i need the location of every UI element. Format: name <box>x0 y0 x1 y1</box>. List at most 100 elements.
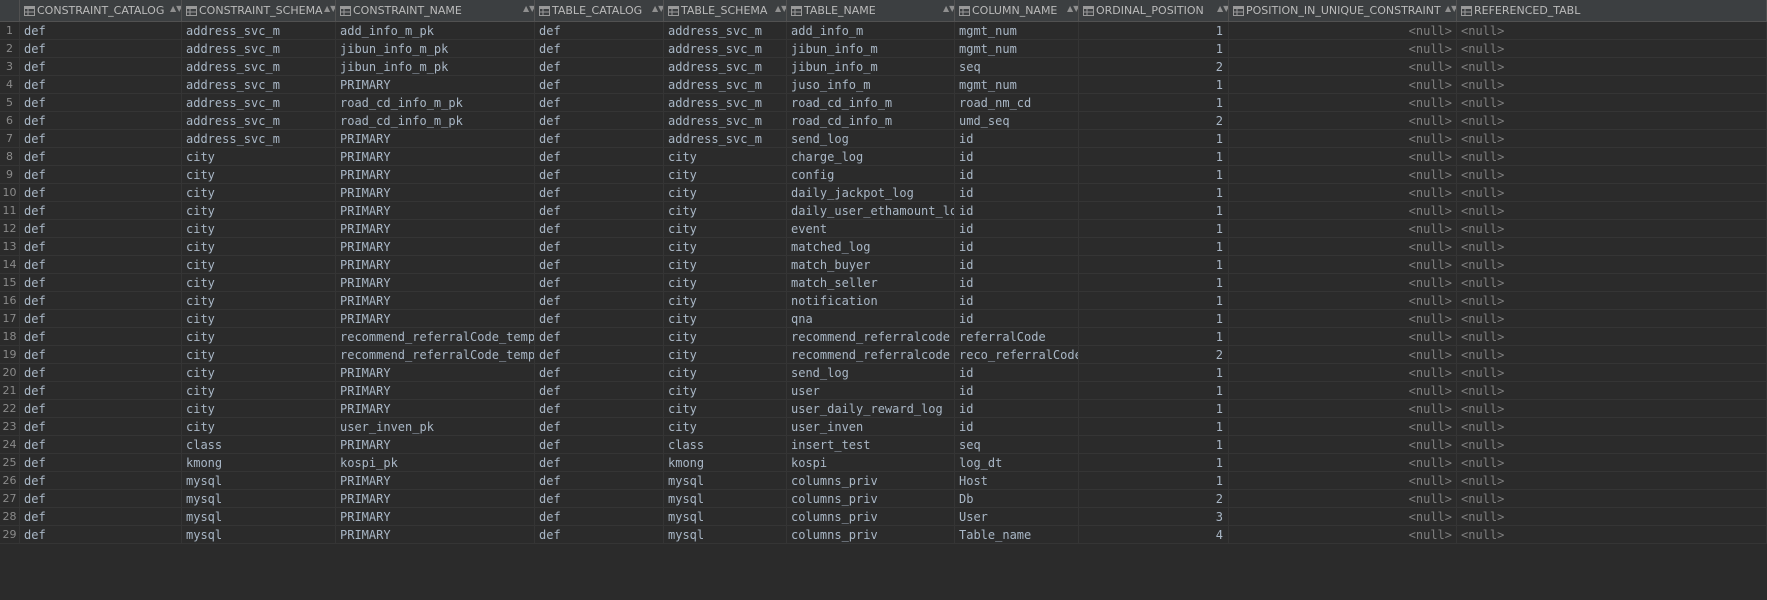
cell-table-name[interactable]: recommend_referralcode <box>787 346 955 363</box>
cell-constraint-schema[interactable]: city <box>182 220 336 237</box>
cell-referenced-tabl[interactable]: <null> <box>1457 400 1767 417</box>
column-header-ordinal-position[interactable]: ORDINAL_POSITION ▲▼ <box>1079 0 1229 21</box>
cell-position-in-unique-constraint[interactable]: <null> <box>1229 130 1457 147</box>
cell-constraint-name[interactable]: PRIMARY <box>336 490 535 507</box>
results-grid[interactable]: CONSTRAINT_CATALOG ▲▼ CONSTRAINT_SCHEMA ▲▼ C… <box>0 0 1767 600</box>
cell-position-in-unique-constraint[interactable]: <null> <box>1229 256 1457 273</box>
cell-table-name[interactable]: recommend_referralcode <box>787 328 955 345</box>
cell-table-catalog[interactable]: def <box>535 166 664 183</box>
table-row[interactable]: 3 def address_svc_m jibun_info_m_pk def addre… <box>0 58 1767 76</box>
cell-table-schema[interactable]: mysql <box>664 490 787 507</box>
cell-position-in-unique-constraint[interactable]: <null> <box>1229 76 1457 93</box>
cell-constraint-catalog[interactable]: def <box>20 58 182 75</box>
cell-position-in-unique-constraint[interactable]: <null> <box>1229 400 1457 417</box>
cell-column-name[interactable]: id <box>955 292 1079 309</box>
cell-constraint-catalog[interactable]: def <box>20 310 182 327</box>
cell-constraint-name[interactable]: PRIMARY <box>336 256 535 273</box>
cell-ordinal-position[interactable]: 1 <box>1079 274 1229 291</box>
cell-constraint-name[interactable]: PRIMARY <box>336 220 535 237</box>
cell-ordinal-position[interactable]: 1 <box>1079 292 1229 309</box>
table-row[interactable]: 18defcityrecommend_referralCode_temp_pkd… <box>0 328 1767 346</box>
cell-table-name[interactable]: user_inven <box>787 418 955 435</box>
cell-table-schema[interactable]: city <box>664 382 787 399</box>
cell-ordinal-position[interactable]: 1 <box>1079 382 1229 399</box>
cell-table-catalog[interactable]: def <box>535 454 664 471</box>
cell-table-schema[interactable]: city <box>664 148 787 165</box>
cell-position-in-unique-constraint[interactable]: <null> <box>1229 220 1457 237</box>
cell-ordinal-position[interactable]: 1 <box>1079 202 1229 219</box>
cell-referenced-tabl[interactable]: <null> <box>1457 22 1767 39</box>
cell-constraint-name[interactable]: PRIMARY <box>336 436 535 453</box>
cell-constraint-name[interactable]: road_cd_info_m_pk <box>336 112 535 129</box>
cell-column-name[interactable]: reco_referralCode <box>955 346 1079 363</box>
cell-table-name[interactable]: columns_priv <box>787 526 955 543</box>
cell-ordinal-position[interactable]: 2 <box>1079 58 1229 75</box>
cell-constraint-schema[interactable]: city <box>182 256 336 273</box>
sort-arrows-icon[interactable]: ▲▼ <box>943 5 954 13</box>
cell-referenced-tabl[interactable]: <null> <box>1457 364 1767 381</box>
cell-ordinal-position[interactable]: 1 <box>1079 364 1229 381</box>
cell-column-name[interactable]: id <box>955 238 1079 255</box>
cell-column-name[interactable]: id <box>955 130 1079 147</box>
cell-table-schema[interactable]: city <box>664 292 787 309</box>
cell-constraint-schema[interactable]: class <box>182 436 336 453</box>
cell-table-catalog[interactable]: def <box>535 526 664 543</box>
cell-column-name[interactable]: id <box>955 418 1079 435</box>
cell-column-name[interactable]: Table_name <box>955 526 1079 543</box>
cell-constraint-name[interactable]: PRIMARY <box>336 184 535 201</box>
cell-position-in-unique-constraint[interactable]: <null> <box>1229 202 1457 219</box>
cell-constraint-name[interactable]: PRIMARY <box>336 364 535 381</box>
cell-table-schema[interactable]: city <box>664 184 787 201</box>
cell-constraint-catalog[interactable]: def <box>20 130 182 147</box>
cell-table-catalog[interactable]: def <box>535 274 664 291</box>
table-row[interactable]: 27 def mysql PRIMARY def mysql columns_priv Db 2… <box>0 490 1767 508</box>
cell-position-in-unique-constraint[interactable]: <null> <box>1229 328 1457 345</box>
cell-constraint-catalog[interactable]: def <box>20 526 182 543</box>
table-row[interactable]: 4 def address_svc_m PRIMARY def address_svc_m… <box>0 76 1767 94</box>
cell-constraint-name[interactable]: PRIMARY <box>336 508 535 525</box>
cell-table-schema[interactable]: class <box>664 436 787 453</box>
cell-position-in-unique-constraint[interactable]: <null> <box>1229 454 1457 471</box>
table-row[interactable]: 5 def address_svc_m road_cd_info_m_pk def add… <box>0 94 1767 112</box>
cell-ordinal-position[interactable]: 1 <box>1079 94 1229 111</box>
cell-table-schema[interactable]: city <box>664 346 787 363</box>
cell-column-name[interactable]: road_nm_cd <box>955 94 1079 111</box>
cell-constraint-catalog[interactable]: def <box>20 76 182 93</box>
cell-table-catalog[interactable]: def <box>535 364 664 381</box>
table-row[interactable]: 28 def mysql PRIMARY def mysql columns_priv Use… <box>0 508 1767 526</box>
cell-table-name[interactable]: qna <box>787 310 955 327</box>
cell-column-name[interactable]: Db <box>955 490 1079 507</box>
table-row[interactable]: 9 def city PRIMARY def city config id 1 <null> <nu… <box>0 166 1767 184</box>
cell-position-in-unique-constraint[interactable]: <null> <box>1229 184 1457 201</box>
sort-arrows-icon[interactable]: ▲▼ <box>652 5 663 13</box>
cell-ordinal-position[interactable]: 1 <box>1079 130 1229 147</box>
table-row[interactable]: 8 def city PRIMARY def city charge_log id 1 <null… <box>0 148 1767 166</box>
cell-ordinal-position[interactable]: 2 <box>1079 490 1229 507</box>
cell-ordinal-position[interactable]: 1 <box>1079 184 1229 201</box>
column-header-position-in-unique-constraint[interactable]: POSITION_IN_UNIQUE_CONSTRAINT ▲▼ <box>1229 0 1457 21</box>
table-row[interactable]: 14 def city PRIMARY def city match_buyer id 1 <nu… <box>0 256 1767 274</box>
cell-position-in-unique-constraint[interactable]: <null> <box>1229 382 1457 399</box>
cell-constraint-catalog[interactable]: def <box>20 472 182 489</box>
cell-constraint-schema[interactable]: address_svc_m <box>182 112 336 129</box>
cell-referenced-tabl[interactable]: <null> <box>1457 382 1767 399</box>
cell-referenced-tabl[interactable]: <null> <box>1457 526 1767 543</box>
cell-constraint-name[interactable]: PRIMARY <box>336 382 535 399</box>
cell-ordinal-position[interactable]: 1 <box>1079 76 1229 93</box>
cell-ordinal-position[interactable]: 1 <box>1079 148 1229 165</box>
cell-constraint-catalog[interactable]: def <box>20 184 182 201</box>
cell-table-catalog[interactable]: def <box>535 256 664 273</box>
cell-column-name[interactable]: id <box>955 166 1079 183</box>
cell-referenced-tabl[interactable]: <null> <box>1457 148 1767 165</box>
column-header-referenced-tabl[interactable]: REFERENCED_TABL <box>1457 0 1767 21</box>
cell-constraint-schema[interactable]: mysql <box>182 508 336 525</box>
cell-constraint-name[interactable]: PRIMARY <box>336 310 535 327</box>
cell-table-schema[interactable]: city <box>664 220 787 237</box>
column-header-column-name[interactable]: COLUMN_NAME ▲▼ <box>955 0 1079 21</box>
cell-constraint-schema[interactable]: city <box>182 202 336 219</box>
column-header-constraint-schema[interactable]: CONSTRAINT_SCHEMA ▲▼ <box>182 0 336 21</box>
cell-constraint-schema[interactable]: city <box>182 328 336 345</box>
cell-constraint-name[interactable]: jibun_info_m_pk <box>336 40 535 57</box>
column-header-table-catalog[interactable]: TABLE_CATALOG ▲▼ <box>535 0 664 21</box>
cell-constraint-name[interactable]: recommend_referralCode_temp_pk <box>336 346 535 363</box>
